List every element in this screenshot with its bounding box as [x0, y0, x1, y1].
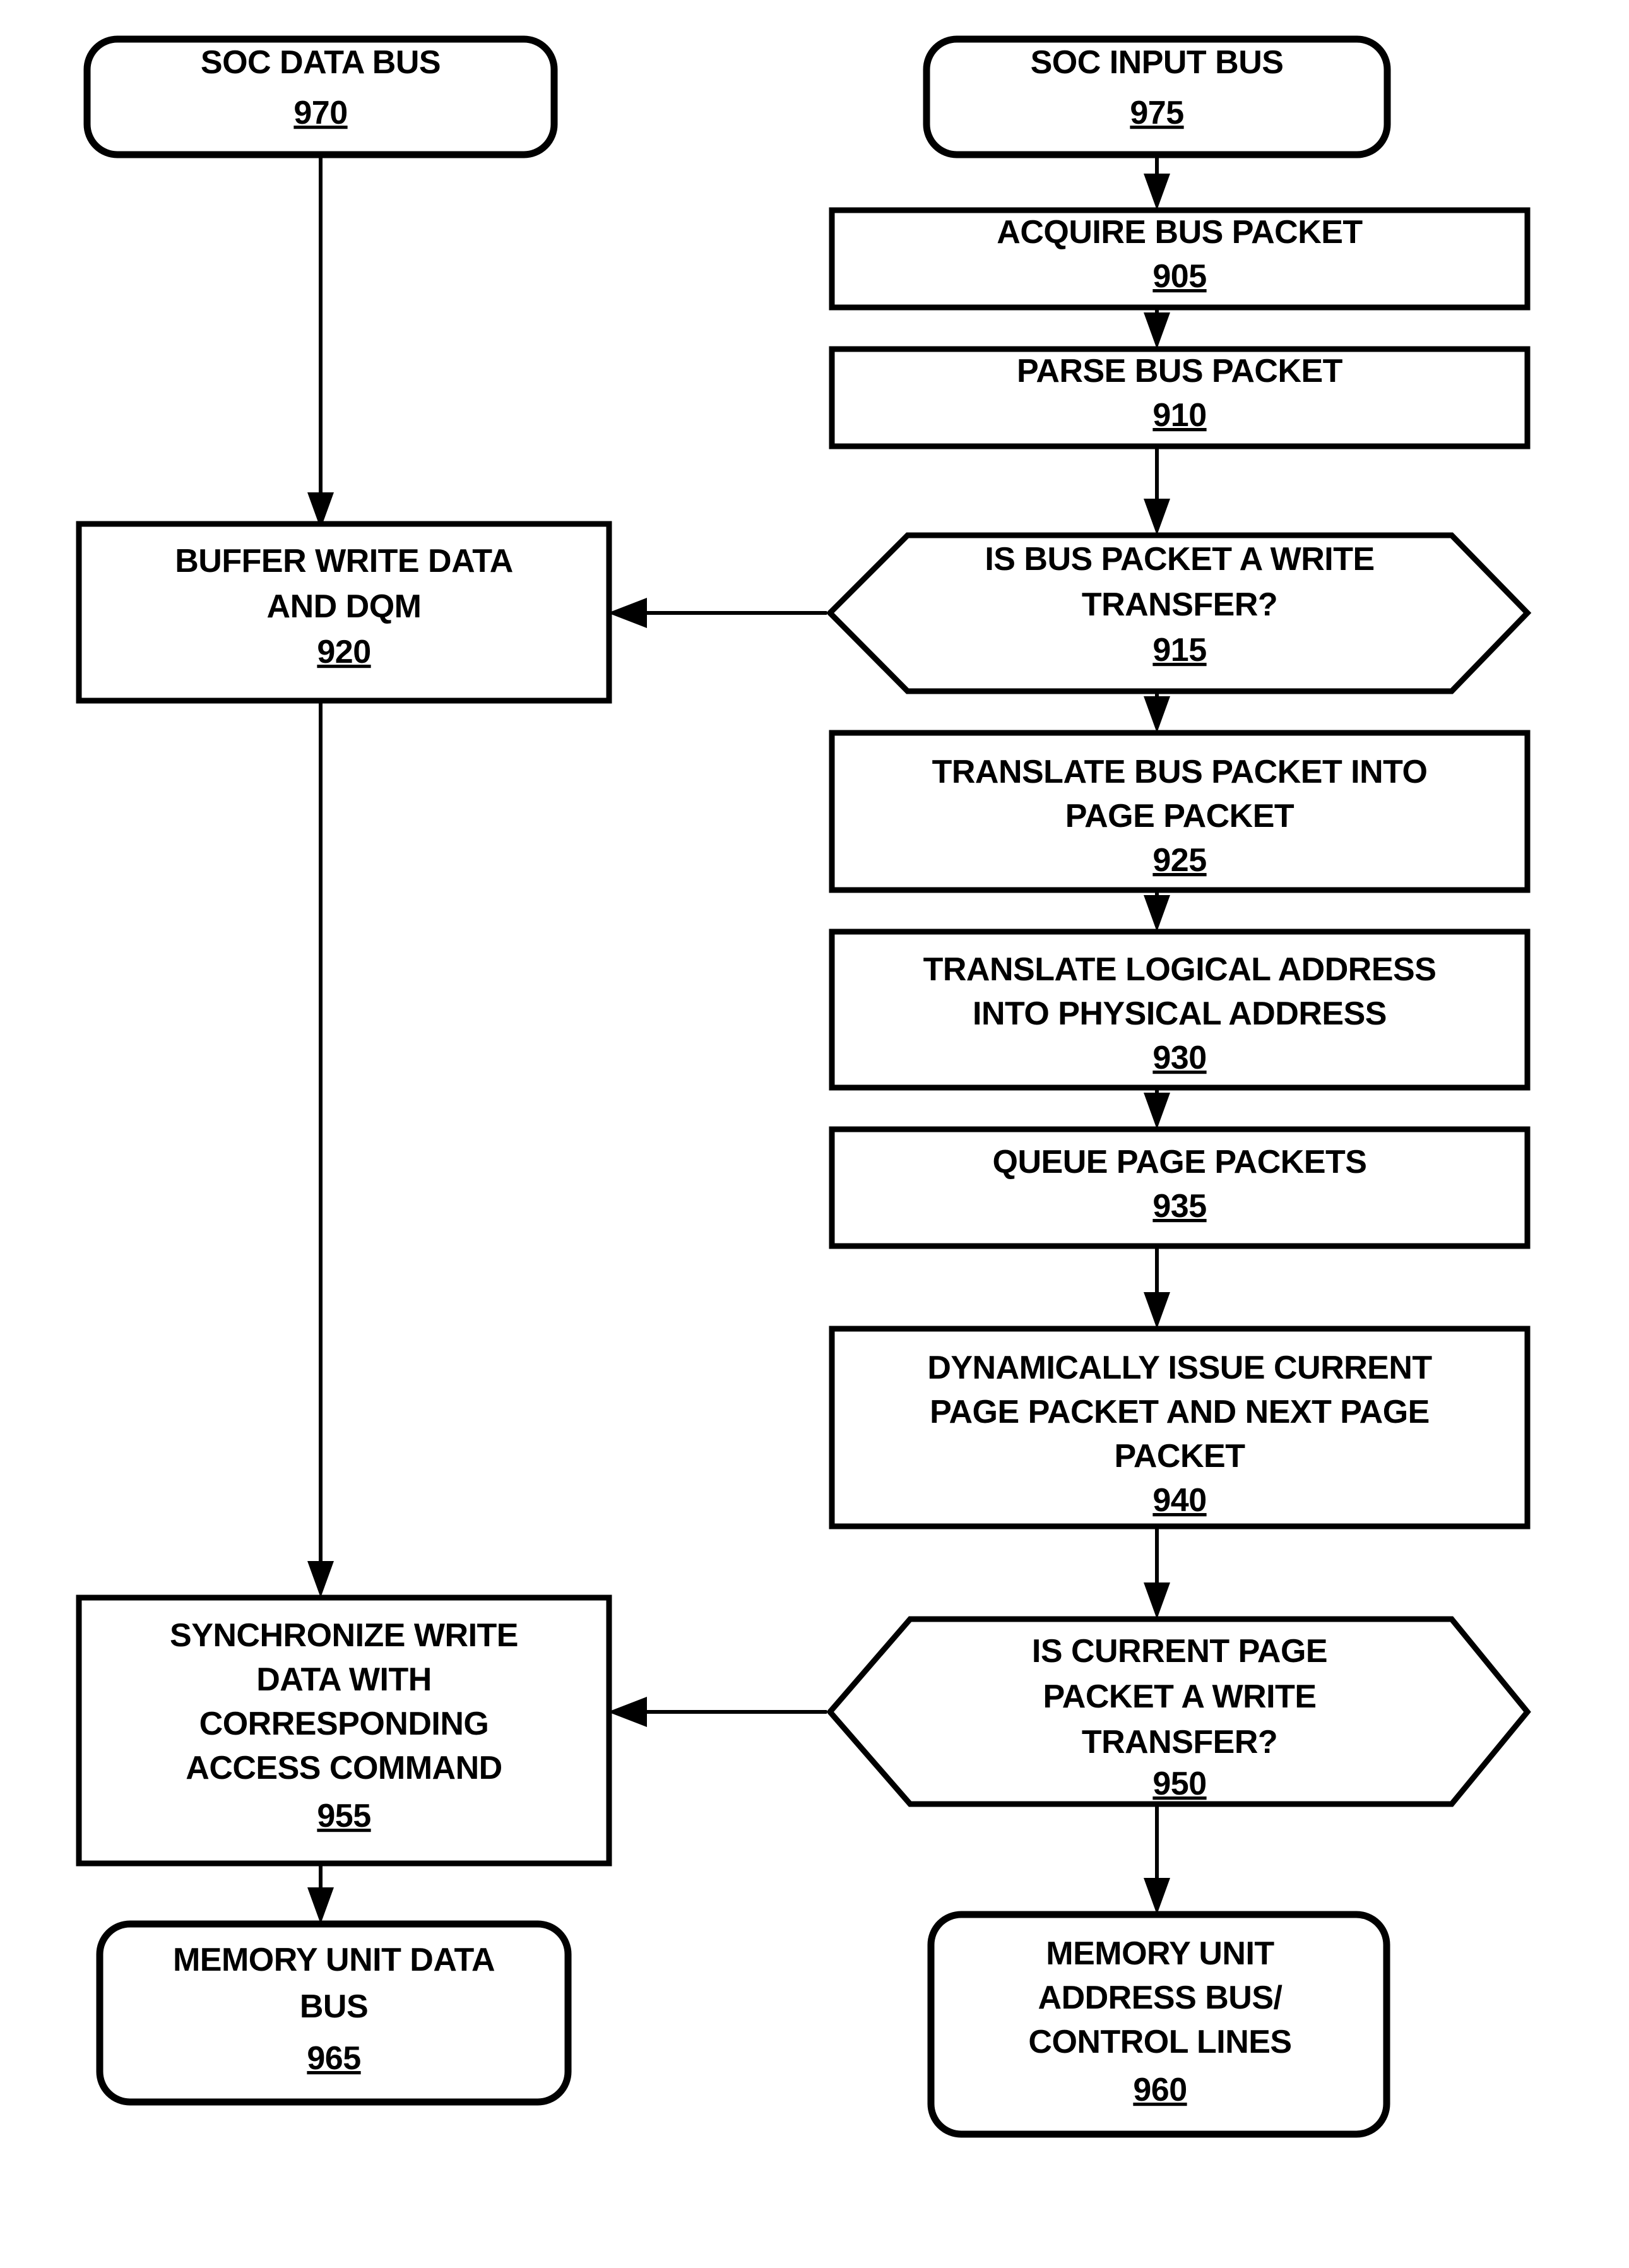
edge-950-to-955 — [608, 1697, 827, 1727]
node-955-ref: 955 — [317, 1798, 370, 1834]
node-905-ref: 905 — [1152, 258, 1206, 295]
node-910-ref: 910 — [1152, 397, 1206, 434]
edge-905-to-910 — [1144, 307, 1170, 349]
node-960-ref: 960 — [1133, 2072, 1187, 2108]
node-935-line-0: QUEUE PAGE PACKETS — [993, 1144, 1367, 1180]
node-940-line-2: PACKET — [1115, 1438, 1246, 1475]
edge-970-to-920 — [307, 155, 334, 529]
edge-940-to-950 — [1144, 1526, 1170, 1619]
node-975-line-0: SOC INPUT BUS — [1031, 44, 1284, 81]
node-925-line-1: PAGE PACKET — [1065, 798, 1294, 834]
edge-910-to-915 — [1144, 446, 1170, 535]
node-960-line-0: MEMORY UNIT — [1046, 1935, 1274, 1972]
node-translate-logical-into-physical-address[interactable]: TRANSLATE LOGICAL ADDRESS INTO PHYSICAL … — [829, 929, 1531, 1091]
edge-920-to-955 — [307, 701, 334, 1598]
edge-975-to-905 — [1144, 155, 1170, 210]
flowchart-page: SOC DATA BUS 970 SOC INPUT BUS 975 ACQUI… — [0, 0, 1629, 2268]
node-940-line-0: DYNAMICALLY ISSUE CURRENT — [927, 1350, 1432, 1386]
edge-915-to-920 — [608, 598, 827, 628]
node-915-line-0: IS BUS PACKET A WRITE — [985, 541, 1374, 578]
node-930-ref: 930 — [1152, 1040, 1206, 1076]
node-acquire-bus-packet[interactable]: ACQUIRE BUS PACKET 905 — [829, 207, 1531, 311]
node-940-ref: 940 — [1152, 1482, 1206, 1519]
node-960-line-2: CONTROL LINES — [1028, 2024, 1291, 2060]
node-soc-data-bus[interactable]: SOC DATA BUS 970 — [83, 35, 558, 158]
node-is-bus-packet-write-transfer[interactable]: IS BUS PACKET A WRITE TRANSFER? 915 — [826, 532, 1532, 694]
node-910-line-0: PARSE BUS PACKET — [1017, 353, 1343, 389]
node-965-line-0: MEMORY UNIT DATA — [173, 1942, 495, 1978]
node-970-ref: 970 — [293, 95, 347, 131]
node-955-line-3: ACCESS COMMAND — [186, 1750, 502, 1786]
edge-935-to-940 — [1144, 1246, 1170, 1329]
node-synchronize-write-data[interactable]: SYNCHRONIZE WRITE DATA WITH CORRESPONDIN… — [76, 1594, 612, 1867]
node-dynamically-issue-page-packets[interactable]: DYNAMICALLY ISSUE CURRENT PAGE PACKET AN… — [829, 1326, 1531, 1529]
node-915-line-1: TRANSFER? — [1082, 586, 1277, 623]
node-queue-page-packets[interactable]: QUEUE PAGE PACKETS 935 — [829, 1126, 1531, 1249]
node-940-line-1: PAGE PACKET AND NEXT PAGE — [930, 1394, 1430, 1430]
flowchart-canvas: SOC DATA BUS 970 SOC INPUT BUS 975 ACQUI… — [76, 35, 1532, 2138]
node-925-ref: 925 — [1152, 842, 1206, 879]
node-905-line-0: ACQUIRE BUS PACKET — [997, 214, 1363, 251]
node-965-ref: 965 — [307, 2040, 360, 2077]
edge-955-to-965 — [307, 1863, 334, 1924]
node-915-ref: 915 — [1152, 632, 1206, 668]
node-920-line-1: AND DQM — [267, 588, 422, 625]
node-memory-unit-address-bus-control-lines[interactable]: MEMORY UNIT ADDRESS BUS/ CONTROL LINES 9… — [927, 1911, 1390, 2138]
node-930-line-0: TRANSLATE LOGICAL ADDRESS — [923, 951, 1436, 988]
node-920-ref: 920 — [317, 634, 370, 670]
node-is-current-page-packet-write-transfer[interactable]: IS CURRENT PAGE PACKET A WRITE TRANSFER?… — [826, 1616, 1531, 1807]
node-930-line-1: INTO PHYSICAL ADDRESS — [973, 995, 1387, 1032]
node-935-ref: 935 — [1152, 1188, 1206, 1225]
edge-930-to-935 — [1144, 1088, 1170, 1129]
node-920-line-0: BUFFER WRITE DATA — [175, 543, 513, 579]
node-970-line-0: SOC DATA BUS — [201, 44, 441, 81]
node-925-line-0: TRANSLATE BUS PACKET INTO — [932, 754, 1428, 790]
node-soc-input-bus[interactable]: SOC INPUT BUS 975 — [923, 35, 1391, 158]
node-965-line-1: BUS — [300, 1988, 368, 2025]
node-975-ref: 975 — [1130, 95, 1183, 131]
edge-925-to-930 — [1144, 890, 1170, 932]
node-buffer-write-data-and-dqm[interactable]: BUFFER WRITE DATA AND DQM 920 — [76, 521, 612, 704]
node-translate-bus-packet-into-page-packet[interactable]: TRANSLATE BUS PACKET INTO PAGE PACKET 92… — [829, 730, 1531, 893]
node-950-ref: 950 — [1152, 1766, 1206, 1802]
node-950-line-2: TRANSFER? — [1082, 1724, 1277, 1760]
node-950-line-0: IS CURRENT PAGE — [1032, 1633, 1327, 1670]
node-parse-bus-packet[interactable]: PARSE BUS PACKET 910 — [829, 346, 1531, 449]
node-955-line-2: CORRESPONDING — [199, 1706, 489, 1742]
node-950-line-1: PACKET A WRITE — [1043, 1678, 1316, 1715]
edge-950-to-960 — [1144, 1804, 1170, 1915]
node-960-line-1: ADDRESS BUS/ — [1038, 1980, 1282, 2016]
node-955-line-0: SYNCHRONIZE WRITE — [170, 1617, 518, 1654]
edge-915-to-925 — [1144, 691, 1170, 733]
node-memory-unit-data-bus[interactable]: MEMORY UNIT DATA BUS 965 — [96, 1920, 572, 2106]
node-955-line-1: DATA WITH — [256, 1661, 432, 1698]
